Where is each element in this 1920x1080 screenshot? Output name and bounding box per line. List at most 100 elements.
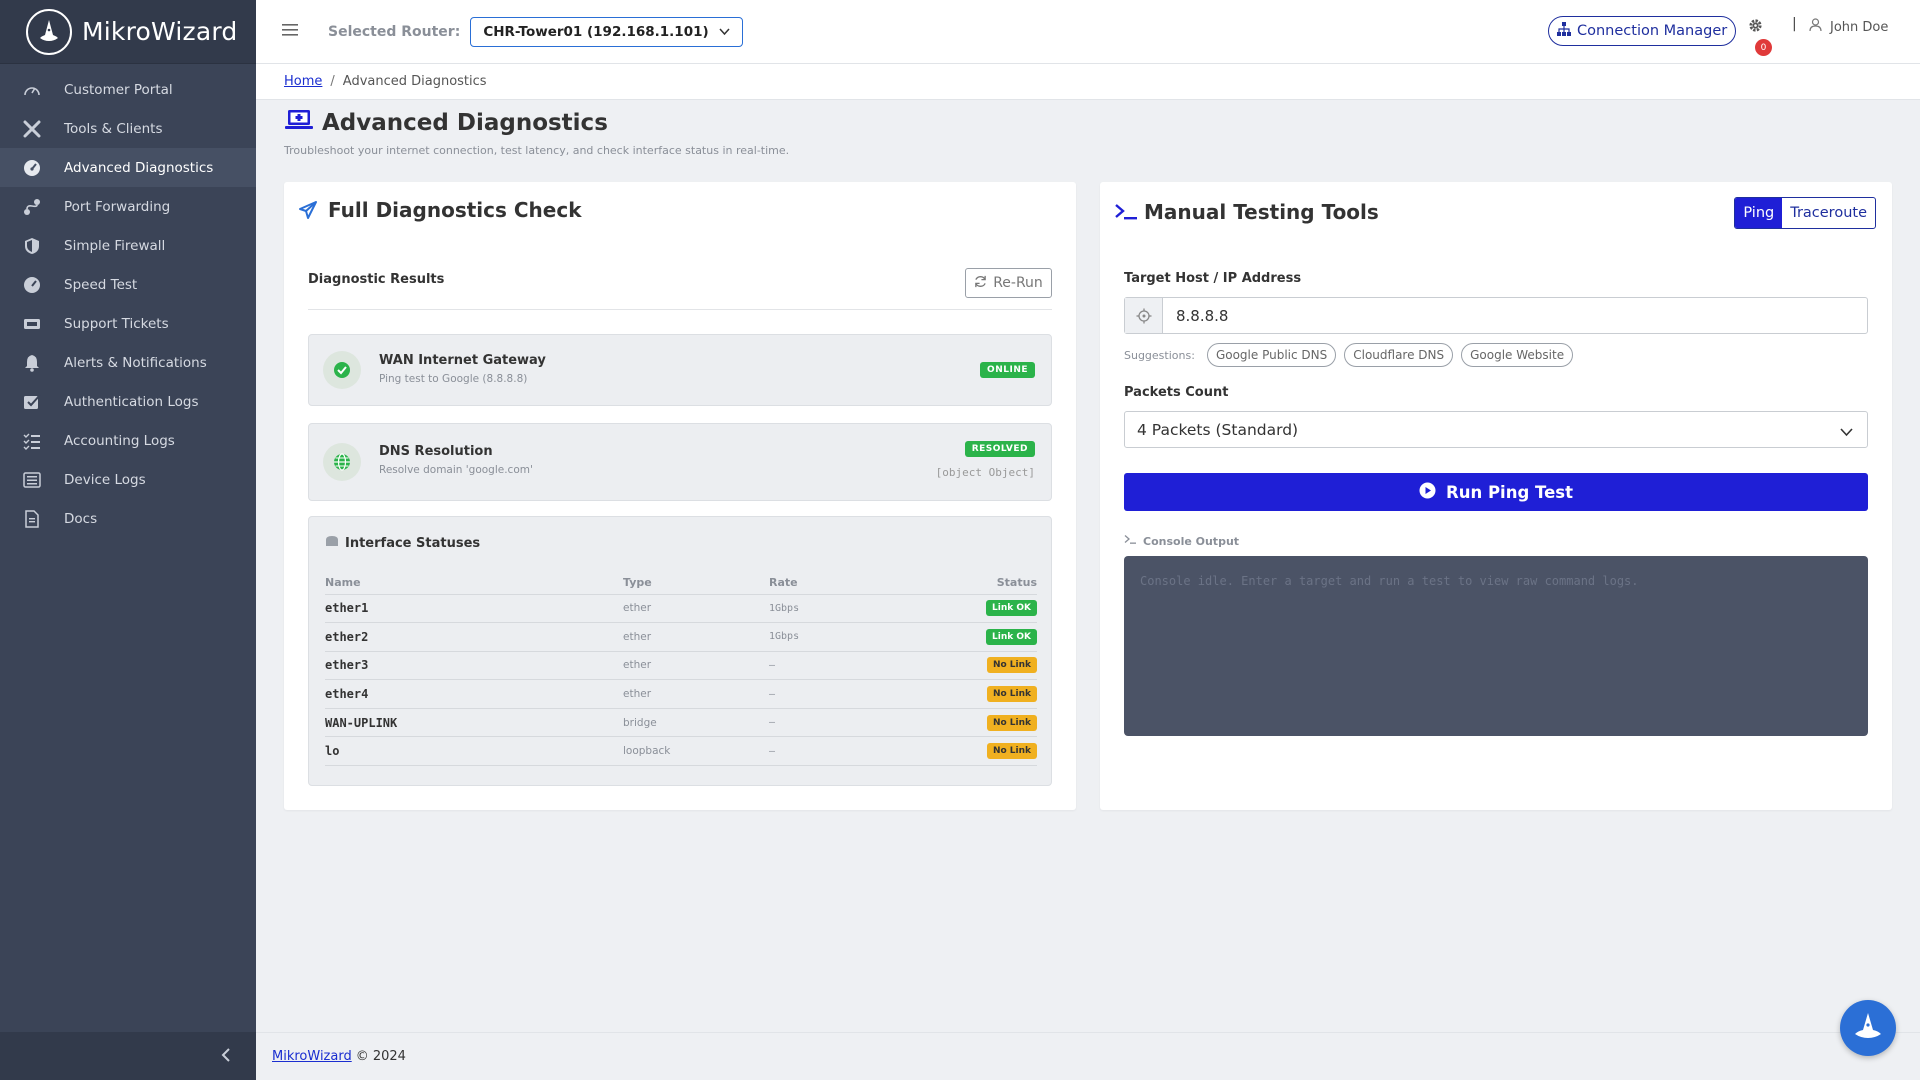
iface-name: ether4 <box>325 679 623 709</box>
sidebar-item-label: Advanced Diagnostics <box>64 159 214 176</box>
interfaces-table: Name Type Rate Status ether1 ether 1Gbps… <box>325 571 1037 767</box>
paper-plane-icon <box>298 200 318 220</box>
link-status-badge: Link OK <box>986 600 1037 617</box>
target-host-label: Target Host / IP Address <box>1124 271 1302 286</box>
ethernet-icon <box>325 535 345 551</box>
console-output-label: Console Output <box>1124 534 1239 548</box>
sidebar-item-label: Support Tickets <box>64 315 169 332</box>
dns-resolution-desc: Resolve domain 'google.com' <box>379 464 533 476</box>
breadcrumb-home-link[interactable]: Home <box>284 74 322 89</box>
tab-traceroute[interactable]: Traceroute <box>1782 198 1875 228</box>
sidebar-collapse-button[interactable] <box>0 1032 256 1080</box>
breadcrumb-separator: / <box>330 74 335 89</box>
sidebar-item-label: Simple Firewall <box>64 237 166 254</box>
sidebar-item-authentication-logs[interactable]: Authentication Logs <box>0 382 256 421</box>
settings-gear-icon[interactable] <box>1748 18 1763 37</box>
sidebar-item-speed-test[interactable]: Speed Test <box>0 265 256 304</box>
iface-name: lo <box>325 736 623 767</box>
iface-type: ether <box>623 651 769 681</box>
iface-rate: — <box>769 736 919 767</box>
sidebar-item-accounting-logs[interactable]: Accounting Logs <box>0 421 256 460</box>
sidebar-item-tools-clients[interactable]: Tools & Clients <box>0 109 256 148</box>
suggestion-chip[interactable]: Cloudflare DNS <box>1344 343 1454 367</box>
run-ping-test-label: Run Ping Test <box>1446 482 1573 502</box>
iface-type: ether <box>623 594 769 624</box>
iface-type: loopback <box>623 736 769 767</box>
suggestion-chip[interactable]: Google Public DNS <box>1206 343 1337 367</box>
link-status-badge: No Link <box>986 686 1037 703</box>
iface-rate: 1Gbps <box>769 622 919 652</box>
rerun-label: Re-Run <box>993 275 1043 291</box>
dns-result-detail: [object Object] <box>935 466 1035 479</box>
breadcrumb: Home / Advanced Diagnostics <box>256 64 1920 100</box>
manual-testing-title-text: Manual Testing Tools <box>1144 200 1379 224</box>
sidebar-item-support-tickets[interactable]: Support Tickets <box>0 304 256 343</box>
wan-gateway-title: WAN Internet Gateway <box>379 353 546 368</box>
connection-manager-label: Connection Manager <box>1577 23 1728 39</box>
user-menu[interactable]: John Doe <box>1809 18 1888 36</box>
table-row: ether4 ether — No Link <box>325 679 1037 709</box>
packets-count-select[interactable]: 4 Packets (Standard) <box>1124 411 1868 448</box>
page-subtitle: Troubleshoot your internet connection, t… <box>284 144 790 157</box>
target-host-value: 8.8.8.8 <box>1176 306 1229 325</box>
header-separator: | <box>1792 16 1797 32</box>
sidebar-item-label: Speed Test <box>64 276 138 293</box>
footer-brand-link[interactable]: MikroWizard <box>272 1049 352 1064</box>
router-select[interactable]: CHR-Tower01 (192.168.1.101) <box>470 16 743 47</box>
gauge-icon <box>20 78 44 102</box>
target-host-input[interactable]: 8.8.8.8 <box>1124 297 1868 334</box>
menu-toggle-icon[interactable] <box>282 22 304 41</box>
page-footer: MikroWizard © 2024 <box>256 1032 1920 1080</box>
speedometer-icon <box>20 156 44 180</box>
footer-copyright: © 2024 <box>355 1049 406 1064</box>
sidebar-item-advanced-diagnostics[interactable]: Advanced Diagnostics <box>0 148 256 187</box>
sidebar-item-label: Authentication Logs <box>64 393 199 410</box>
network-icon <box>1557 22 1577 40</box>
manual-testing-title: Manual Testing Tools <box>1114 200 1379 224</box>
sidebar-item-customer-portal[interactable]: Customer Portal <box>0 70 256 109</box>
iface-rate: — <box>769 651 919 681</box>
tools-icon <box>20 117 44 141</box>
sidebar-item-simple-firewall[interactable]: Simple Firewall <box>0 226 256 265</box>
brand[interactable]: MikroWizard <box>0 0 256 64</box>
table-row: ether1 ether 1Gbps Link OK <box>325 594 1037 624</box>
rerun-button[interactable]: Re-Run <box>965 268 1052 298</box>
sidebar-item-alerts-notifications[interactable]: Alerts & Notifications <box>0 343 256 382</box>
sidebar-item-docs[interactable]: Docs <box>0 499 256 538</box>
dns-resolution-title: DNS Resolution <box>379 444 493 459</box>
sidebar-item-device-logs[interactable]: Device Logs <box>0 460 256 499</box>
router-select-value: CHR-Tower01 (192.168.1.101) <box>483 23 709 40</box>
col-type: Type <box>623 571 769 595</box>
col-name: Name <box>325 571 623 595</box>
table-row: WAN-UPLINK bridge — No Link <box>325 708 1037 738</box>
packets-count-value: 4 Packets (Standard) <box>1137 420 1299 439</box>
user-name: John Doe <box>1830 19 1889 35</box>
wizard-assistant-button[interactable] <box>1840 1000 1896 1056</box>
check-square-icon <box>20 390 44 414</box>
wan-status-badge: ONLINE <box>980 362 1035 378</box>
sidebar-item-label: Alerts & Notifications <box>64 354 207 371</box>
packets-count-label: Packets Count <box>1124 385 1229 400</box>
check-circle-icon <box>323 351 361 389</box>
list-icon <box>20 468 44 492</box>
manual-testing-card: Manual Testing Tools Ping Traceroute Tar… <box>1100 182 1892 810</box>
run-ping-test-button[interactable]: Run Ping Test <box>1124 473 1868 511</box>
connection-manager-button[interactable]: Connection Manager <box>1548 16 1737 46</box>
sidebar-item-label: Tools & Clients <box>64 120 163 137</box>
sidebar-item-label: Port Forwarding <box>64 198 171 215</box>
router-label: Selected Router: <box>328 23 461 40</box>
terminal-icon <box>1124 534 1143 548</box>
tab-ping[interactable]: Ping <box>1735 198 1783 228</box>
suggestion-chip[interactable]: Google Website <box>1461 343 1574 367</box>
suggestions-row: Suggestions: Google Public DNS Cloudflar… <box>1124 343 1574 367</box>
link-status-badge: No Link <box>986 714 1037 731</box>
interface-statuses-panel: Interface Statuses Name Type Rate Status… <box>308 516 1052 786</box>
wizard-hat-icon <box>1852 1011 1884 1045</box>
console-output[interactable]: Console idle. Enter a target and run a t… <box>1124 556 1868 736</box>
sidebar-item-port-forwarding[interactable]: Port Forwarding <box>0 187 256 226</box>
sidebar-item-label: Customer Portal <box>64 81 173 98</box>
iface-type: ether <box>623 622 769 652</box>
full-diagnostics-card: Full Diagnostics Check Diagnostic Result… <box>284 182 1076 810</box>
table-row: ether2 ether 1Gbps Link OK <box>325 622 1037 652</box>
globe-icon <box>323 443 361 481</box>
